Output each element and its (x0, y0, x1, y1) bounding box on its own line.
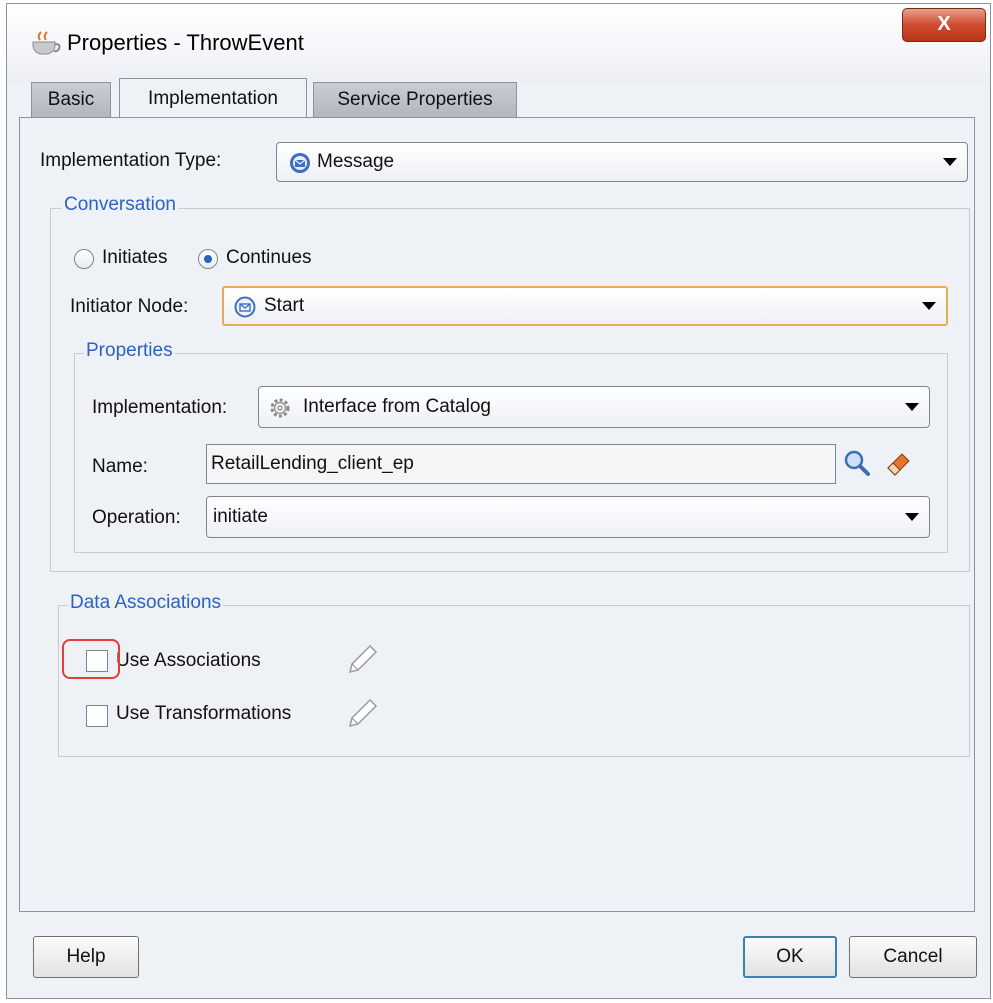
implementation-value: Interface from Catalog (303, 396, 491, 417)
name-label: Name: (92, 456, 148, 477)
tab-basic-label: Basic (47, 89, 95, 110)
initiator-node-select[interactable]: Start (222, 286, 948, 326)
tab-implementation[interactable]: Implementation (119, 78, 307, 120)
message-icon (290, 153, 310, 173)
data-associations-title: Data Associations (68, 592, 224, 614)
title-bar: Properties - ThrowEvent X (7, 4, 990, 82)
properties-title: Properties (84, 340, 175, 362)
implementation-select[interactable]: Interface from Catalog (258, 386, 930, 428)
chevron-down-icon (922, 302, 936, 310)
ok-button-label: OK (776, 946, 804, 967)
initiator-node-label: Initiator Node: (70, 296, 189, 317)
tab-implementation-label: Implementation (148, 88, 278, 109)
coffee-cup-icon (32, 31, 61, 55)
ok-button[interactable]: OK (743, 936, 837, 978)
tab-service-properties-label: Service Properties (337, 89, 493, 110)
radio-selected-dot (204, 255, 212, 263)
use-transformations-label: Use Transformations (116, 703, 292, 724)
initiates-radio[interactable] (74, 249, 94, 269)
continues-label: Continues (226, 247, 312, 268)
implementation-label: Implementation: (92, 397, 228, 418)
data-associations-group (58, 605, 970, 757)
dialog-title: Properties - ThrowEvent (67, 30, 304, 55)
chevron-down-icon (905, 513, 919, 521)
gear-icon (270, 398, 290, 418)
use-associations-label: Use Associations (116, 650, 261, 671)
operation-label: Operation: (92, 507, 181, 528)
implementation-type-label: Implementation Type: (40, 150, 222, 171)
continues-radio[interactable] (198, 249, 218, 269)
help-button-label: Help (66, 946, 106, 967)
chevron-down-icon (943, 158, 957, 166)
implementation-panel: Implementation Type: Message Conversatio… (19, 117, 975, 912)
initiates-label: Initiates (102, 247, 168, 268)
tab-strip: Basic Implementation Service Properties (7, 78, 990, 120)
search-icon[interactable] (842, 448, 872, 478)
pencil-icon[interactable] (344, 644, 378, 678)
start-event-icon (234, 296, 256, 318)
tab-service-properties[interactable]: Service Properties (313, 82, 517, 118)
operation-select[interactable]: initiate (206, 496, 930, 538)
use-transformations-checkbox[interactable] (86, 705, 108, 727)
initiator-node-value: Start (264, 295, 305, 316)
properties-dialog: Properties - ThrowEvent X Basic Implemen… (6, 3, 991, 999)
operation-value: initiate (213, 506, 268, 527)
close-button[interactable]: X (902, 8, 986, 42)
name-value: RetailLending_client_ep (211, 453, 414, 474)
close-icon: X (937, 13, 951, 35)
highlight-box (62, 639, 120, 679)
cancel-button-label: Cancel (883, 946, 943, 967)
cancel-button[interactable]: Cancel (849, 936, 977, 978)
eraser-icon[interactable] (882, 446, 914, 478)
conversation-title: Conversation (62, 194, 178, 216)
implementation-type-select[interactable]: Message (276, 142, 968, 182)
name-field[interactable]: RetailLending_client_ep (206, 444, 836, 484)
pencil-icon[interactable] (344, 698, 378, 732)
implementation-type-value: Message (317, 151, 395, 172)
tab-basic[interactable]: Basic (31, 82, 111, 118)
chevron-down-icon (905, 403, 919, 411)
help-button[interactable]: Help (33, 936, 139, 978)
